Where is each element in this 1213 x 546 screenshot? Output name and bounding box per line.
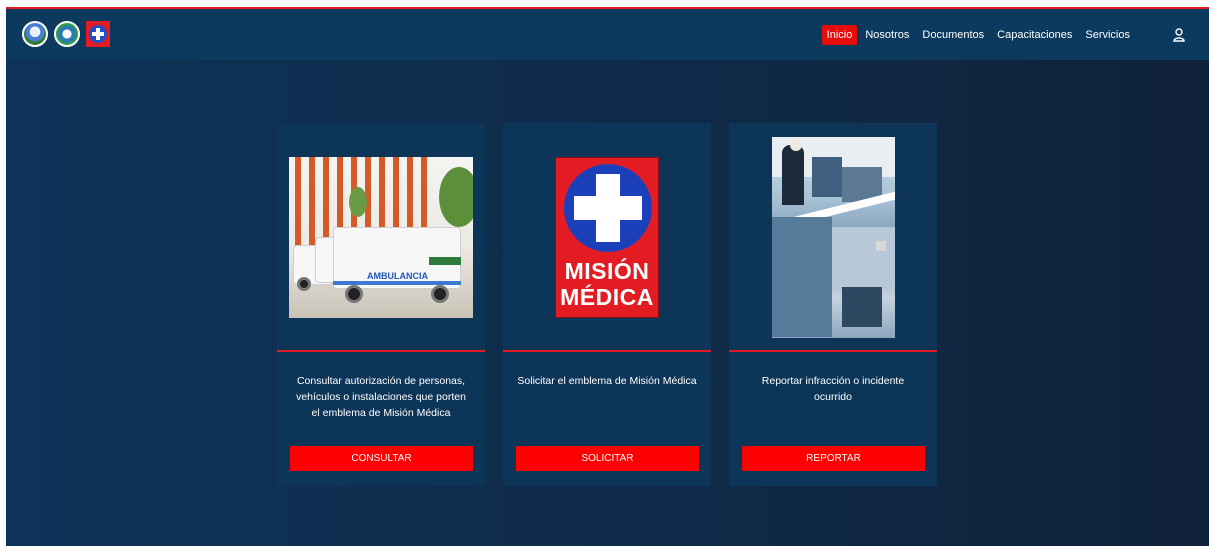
nav-capacitaciones[interactable]: Capacitaciones	[992, 25, 1077, 45]
solicitar-button[interactable]: SOLICITAR	[516, 446, 699, 471]
card-description: Consultar autorización de personas, vehí…	[296, 375, 466, 419]
nav-servicios[interactable]: Servicios	[1080, 25, 1135, 45]
ambulance-label: AMBULANCIA	[367, 270, 428, 281]
card-reportar: Reportar infracción o incidente ocurrido…	[729, 123, 937, 486]
emblem-text-mision: MISIÓN	[564, 257, 650, 284]
emblem-text-medica: MÉDICA	[560, 283, 654, 310]
card-description: Reportar infracción o incidente ocurrido	[761, 375, 905, 403]
gobernacion-logo-icon[interactable]	[22, 21, 48, 47]
card-image-wrap: MISIÓN MÉDICA	[503, 123, 711, 351]
card-divider	[277, 350, 485, 352]
incident-photo	[771, 136, 895, 338]
nav-inicio[interactable]: Inicio	[821, 25, 858, 45]
nav-documentos[interactable]: Documentos	[917, 25, 989, 45]
reportar-button[interactable]: REPORTAR	[742, 446, 925, 471]
card-divider	[729, 350, 937, 352]
main-nav: Inicio Nosotros Documentos Capacitacione…	[819, 25, 1135, 45]
card-description: Solicitar el emblema de Misión Médica	[517, 375, 697, 387]
service-cards: AMBULANCIA Consultar autorización de per…	[277, 123, 937, 486]
card-image-wrap: AMBULANCIA	[277, 123, 485, 351]
user-icon[interactable]	[1173, 28, 1185, 42]
nav-nosotros[interactable]: Nosotros	[860, 25, 914, 45]
secretaria-salud-logo-icon[interactable]	[54, 21, 80, 47]
navbar: Inicio Nosotros Documentos Capacitacione…	[6, 9, 1209, 60]
card-solicitar: MISIÓN MÉDICA Solicitar el emblema de Mi…	[503, 123, 711, 486]
mision-medica-emblem: MISIÓN MÉDICA	[555, 156, 659, 318]
card-image-wrap	[729, 123, 937, 351]
logo-group	[22, 21, 110, 47]
mision-medica-logo-icon[interactable]	[86, 21, 110, 47]
ambulance-photo: AMBULANCIA	[289, 156, 473, 318]
consultar-button[interactable]: CONSULTAR	[290, 446, 473, 471]
page-background: Inicio Nosotros Documentos Capacitacione…	[6, 7, 1209, 546]
card-divider	[503, 350, 711, 352]
card-consultar: AMBULANCIA Consultar autorización de per…	[277, 123, 485, 486]
